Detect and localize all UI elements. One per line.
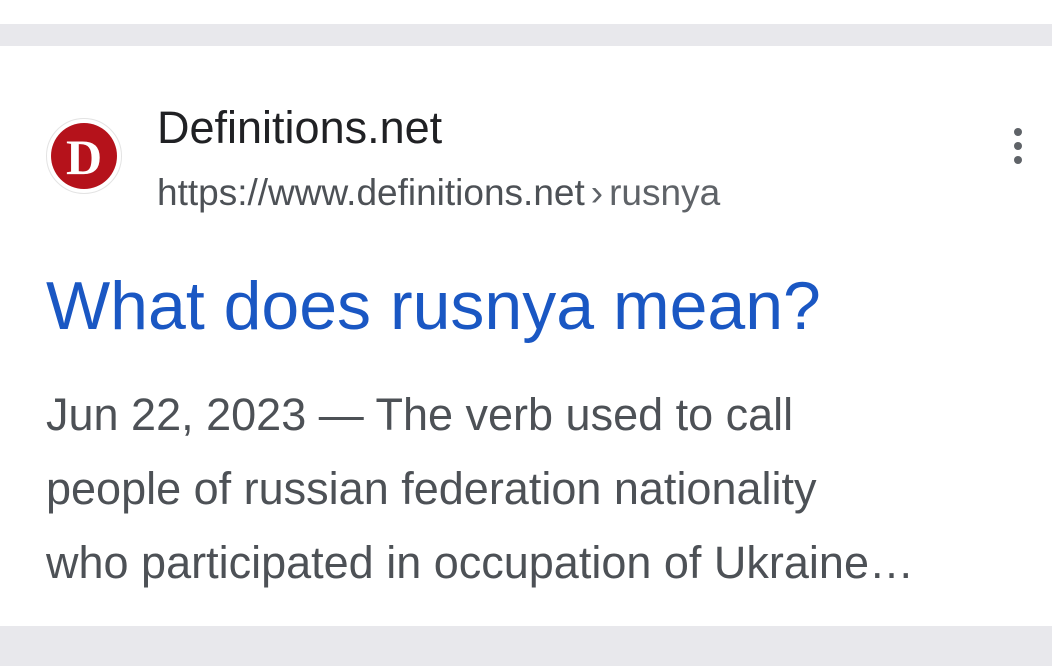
snippet-date: Jun 22, 2023: [46, 389, 307, 440]
url-path: rusnya: [609, 172, 721, 213]
favicon-letter: D: [65, 129, 103, 185]
site-favicon[interactable]: D: [46, 118, 122, 194]
breadcrumb-separator: ›: [590, 172, 604, 213]
more-vert-icon-dot: [1014, 156, 1022, 164]
result-divider-bottom: [0, 626, 1052, 666]
result-title-link[interactable]: What does rusnya mean?: [46, 266, 821, 346]
site-url-breadcrumb[interactable]: https://www.definitions.net › rusnya: [157, 168, 720, 218]
more-vert-icon: [1014, 128, 1022, 136]
snippet-line-1: Jun 22, 2023 — The verb used to call: [46, 378, 1036, 452]
result-divider-top: [0, 24, 1052, 46]
snippet-text-1: The verb used to call: [375, 389, 794, 440]
site-url: https://www.definitions.net: [157, 172, 585, 213]
more-options-button[interactable]: [998, 122, 1038, 170]
result-snippet: Jun 22, 2023 — The verb used to call peo…: [46, 378, 1036, 600]
top-strip: [0, 0, 1052, 24]
snippet-line-2: people of russian federation nationality: [46, 463, 817, 514]
more-vert-icon-dot: [1014, 142, 1022, 150]
definitions-logo-icon: D: [51, 123, 117, 189]
snippet-line-3: who participated in occupation of Ukrain…: [46, 537, 914, 588]
snippet-dash: —: [318, 389, 364, 440]
site-name[interactable]: Definitions.net: [157, 100, 442, 156]
